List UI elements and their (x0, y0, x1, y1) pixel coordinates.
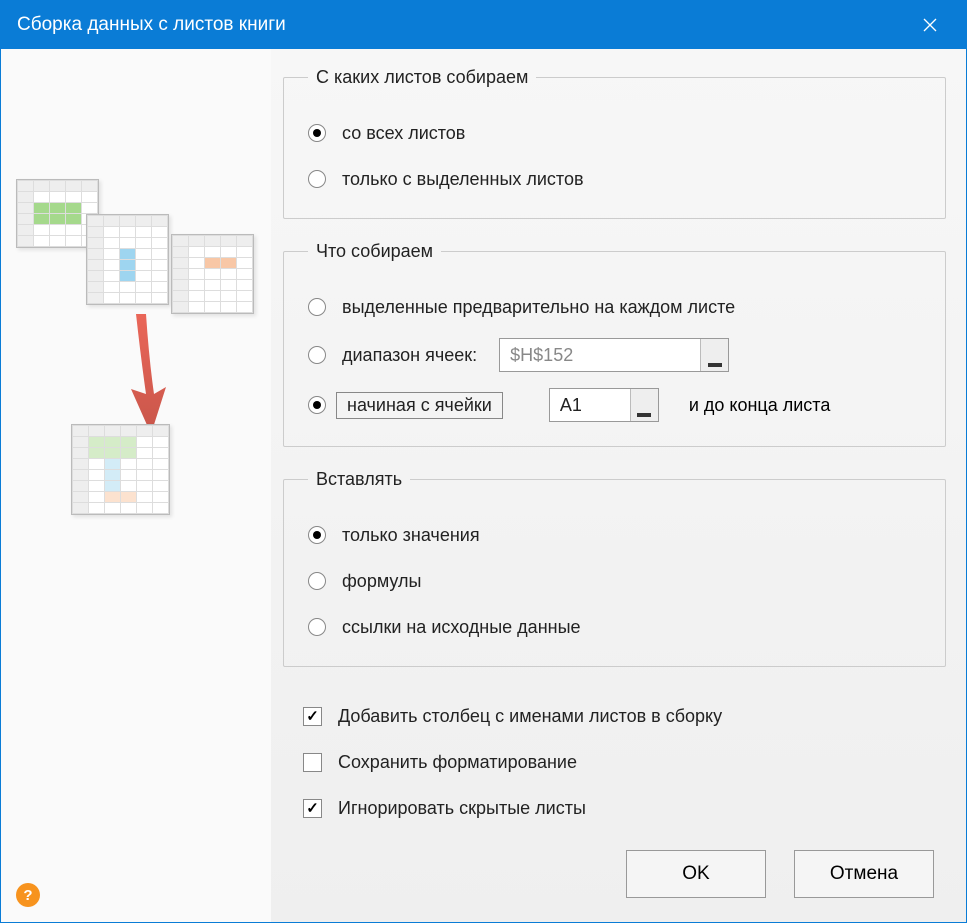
startcell-refedit (549, 388, 659, 422)
radio-all-sheets-label[interactable]: со всех листов (342, 123, 465, 144)
range-picker-button[interactable] (700, 339, 728, 371)
radio-formulas[interactable] (308, 572, 326, 590)
merge-illustration (16, 179, 256, 579)
extra-options: Добавить столбец с именами листов в сбор… (283, 689, 946, 823)
sidebar: ? (1, 49, 271, 922)
check-add-sheetname-col[interactable] (303, 707, 322, 726)
radio-start-cell[interactable] (308, 396, 326, 414)
check-add-sheetname-col-label[interactable]: Добавить столбец с именами листов в сбор… (338, 706, 722, 727)
range-refedit (499, 338, 729, 372)
dialog-body: ? С каких листов собираем со всех листов… (1, 49, 966, 922)
arrow-icon (116, 309, 176, 439)
radio-start-cell-label[interactable]: начиная с ячейки (336, 392, 503, 419)
window-title: Сборка данных с листов книги (17, 14, 910, 36)
close-button[interactable] (910, 5, 950, 45)
group-insert-as: Вставлять только значения формулы ссылки… (283, 469, 946, 667)
startcell-input[interactable] (550, 389, 630, 421)
group-source-sheets: С каких листов собираем со всех листов т… (283, 67, 946, 219)
radio-values-only[interactable] (308, 526, 326, 544)
radio-range-label[interactable]: диапазон ячеек: (342, 345, 477, 366)
check-keep-formatting[interactable] (303, 753, 322, 772)
dialog-window: Сборка данных с листов книги (0, 0, 967, 923)
startcell-picker-button[interactable] (630, 389, 658, 421)
check-ignore-hidden-label[interactable]: Игнорировать скрытые листы (338, 798, 586, 819)
cancel-button[interactable]: Отмена (794, 850, 934, 898)
radio-all-sheets[interactable] (308, 124, 326, 142)
radio-preselected-label[interactable]: выделенные предварительно на каждом лист… (342, 297, 735, 318)
radio-links-label[interactable]: ссылки на исходные данные (342, 617, 581, 638)
check-keep-formatting-label[interactable]: Сохранить форматирование (338, 752, 577, 773)
radio-formulas-label[interactable]: формулы (342, 571, 421, 592)
radio-selected-sheets-label[interactable]: только с выделенных листов (342, 169, 584, 190)
group-what-collect: Что собираем выделенные предварительно н… (283, 241, 946, 447)
radio-links[interactable] (308, 618, 326, 636)
help-button[interactable]: ? (16, 883, 40, 907)
range-input[interactable] (500, 339, 700, 371)
group-insert-legend: Вставлять (308, 469, 410, 490)
group-source-legend: С каких листов собираем (308, 67, 536, 88)
radio-range[interactable] (308, 346, 326, 364)
radio-preselected[interactable] (308, 298, 326, 316)
radio-values-only-label[interactable]: только значения (342, 525, 480, 546)
check-ignore-hidden[interactable] (303, 799, 322, 818)
dialog-buttons: OK Отмена (626, 850, 934, 898)
startcell-suffix: и до конца листа (689, 395, 831, 416)
ok-button[interactable]: OK (626, 850, 766, 898)
radio-selected-sheets[interactable] (308, 170, 326, 188)
titlebar: Сборка данных с листов книги (1, 1, 966, 49)
group-what-legend: Что собираем (308, 241, 441, 262)
main-panel: С каких листов собираем со всех листов т… (271, 49, 966, 922)
